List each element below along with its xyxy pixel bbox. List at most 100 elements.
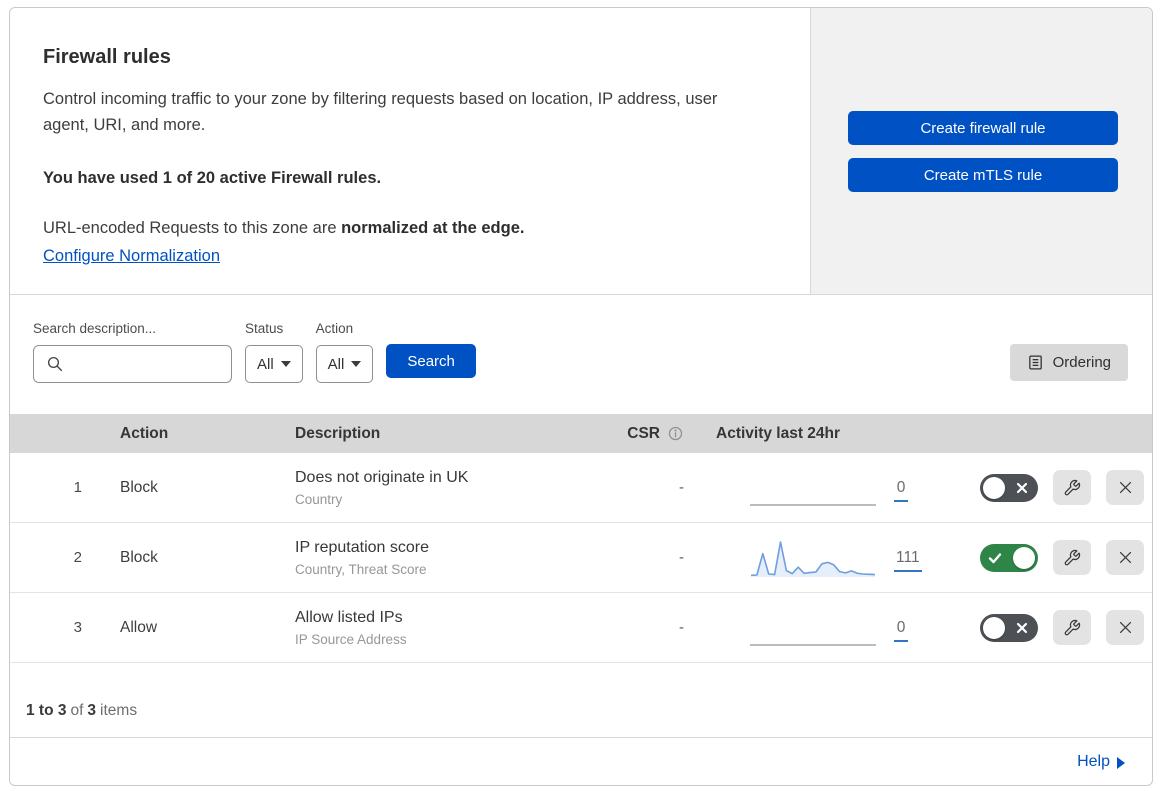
search-icon (47, 356, 63, 372)
rule-activity-cell: 0 (690, 468, 940, 508)
x-mark-icon (1016, 622, 1028, 633)
csr-column-header: CSR (615, 425, 690, 443)
rule-fields: IP Source Address (295, 631, 407, 647)
edit-rule-button[interactable] (1053, 470, 1091, 505)
ordering-label: Ordering (1052, 354, 1111, 371)
x-mark-icon (1016, 482, 1028, 493)
rule-fields: Country, Threat Score (295, 561, 427, 577)
items-text: items (100, 702, 138, 719)
rule-description: IP reputation score Country, Threat Scor… (295, 539, 615, 577)
search-label: Search description... (33, 321, 157, 336)
firewall-rules-panel: Firewall rules Control incoming traffic … (9, 7, 1153, 786)
delete-rule-button[interactable] (1106, 470, 1144, 505)
activity-count-link[interactable]: 0 (894, 479, 908, 502)
activity-sparkline-empty (750, 608, 876, 648)
toggle-knob (983, 616, 1005, 639)
action-filter-group: Action All (315, 321, 374, 383)
close-icon (1119, 481, 1131, 494)
usage-summary: You have used 1 of 20 active Firewall ru… (43, 169, 382, 187)
normalization-note: URL-encoded Requests to this zone are no… (43, 219, 770, 238)
rule-controls (940, 540, 1152, 575)
wrench-icon (1064, 479, 1081, 495)
help-bar: Help (10, 738, 1152, 785)
action-select[interactable]: All (315, 345, 374, 383)
rule-action: Allow (120, 618, 158, 636)
rule-csr: - (679, 549, 684, 566)
csr-header-label: CSR (627, 424, 660, 442)
arrow-right-icon (1117, 756, 1125, 769)
close-icon (1119, 551, 1131, 564)
activity-sparkline-empty (750, 468, 876, 508)
rule-action: Block (120, 548, 158, 566)
rule-description: Allow listed IPs IP Source Address (295, 609, 615, 647)
header-section: Firewall rules Control incoming traffic … (10, 8, 1152, 295)
table-row: 1 Block Does not originate in UK Country… (10, 453, 1152, 523)
info-icon[interactable] (667, 425, 684, 442)
activity-count-link[interactable]: 111 (894, 549, 922, 572)
chevron-down-icon (351, 361, 362, 367)
rule-priority: 1 (73, 479, 82, 496)
rule-enabled-toggle[interactable] (980, 613, 1038, 642)
description-column-header: Description (295, 424, 381, 442)
help-link[interactable]: Help (1077, 753, 1125, 771)
configure-normalization-link[interactable]: Configure Normalization (43, 247, 220, 265)
action-value: All (327, 355, 345, 373)
status-value: All (257, 355, 274, 373)
flat-activity-line (750, 643, 876, 646)
create-mtls-rule-button[interactable]: Create mTLS rule (848, 158, 1118, 192)
status-select[interactable]: All (245, 345, 303, 383)
edit-rule-button[interactable] (1053, 540, 1091, 575)
rule-description: Does not originate in UK Country (295, 469, 615, 507)
sparkline-chart (750, 540, 876, 577)
rule-fields: Country (295, 491, 343, 507)
check-icon (988, 552, 1002, 563)
page-title: Firewall rules (43, 46, 171, 68)
edit-rule-button[interactable] (1053, 610, 1091, 645)
rule-priority: 2 (73, 549, 82, 566)
header-text-block: Firewall rules Control incoming traffic … (10, 8, 810, 294)
rule-controls (940, 470, 1152, 505)
rule-activity-cell: 0 (690, 608, 940, 648)
rule-csr: - (679, 619, 684, 636)
activity-column-header: Activity last 24hr (716, 424, 841, 442)
rule-activity-cell: 111 (690, 538, 940, 578)
rule-priority: 3 (73, 619, 82, 636)
wrench-icon (1064, 549, 1081, 565)
search-group: Search description... (33, 321, 232, 383)
table-row: 2 Block IP reputation score Country, Thr… (10, 523, 1152, 593)
page-description: Control incoming traffic to your zone by… (43, 90, 718, 134)
rule-title: Allow listed IPs (295, 608, 403, 626)
toggle-knob (1013, 546, 1035, 569)
table-row: 3 Allow Allow listed IPs IP Source Addre… (10, 593, 1152, 663)
action-column-header: Action (120, 424, 169, 442)
rule-enabled-toggle[interactable] (980, 473, 1038, 502)
rule-controls (940, 610, 1152, 645)
table-header: Action Description CSR Activity last 24h… (10, 414, 1152, 453)
search-button[interactable]: Search (386, 344, 476, 378)
delete-rule-button[interactable] (1106, 610, 1144, 645)
flat-activity-line (750, 503, 876, 506)
normalization-bold: normalized at the edge. (341, 219, 525, 237)
rule-enabled-toggle[interactable] (980, 543, 1038, 572)
activity-count-link[interactable]: 0 (894, 619, 908, 642)
rule-csr: - (679, 479, 684, 496)
normalization-prefix: URL-encoded Requests to this zone are (43, 219, 342, 237)
chevron-down-icon (280, 361, 291, 367)
actions-panel: Create firewall rule Create mTLS rule (810, 8, 1152, 294)
total-text: 3 (87, 702, 97, 719)
activity-sparkline (750, 538, 876, 578)
wrench-icon (1064, 619, 1081, 635)
ordering-list-icon (1028, 355, 1042, 370)
status-label: Status (245, 321, 284, 336)
of-text: of (70, 702, 84, 719)
rule-title: IP reputation score (295, 538, 430, 556)
help-label: Help (1077, 752, 1110, 770)
delete-rule-button[interactable] (1106, 540, 1144, 575)
rule-title: Does not originate in UK (295, 468, 469, 486)
create-firewall-rule-button[interactable]: Create firewall rule (848, 111, 1118, 145)
search-input[interactable] (33, 345, 232, 383)
ordering-button[interactable]: Ordering (1009, 344, 1128, 381)
filter-bar: Search description... Status All Action … (10, 295, 1152, 414)
status-filter-group: Status All (245, 321, 303, 383)
table-pagination-summary: 1 to 3 of 3 items (10, 663, 1152, 738)
